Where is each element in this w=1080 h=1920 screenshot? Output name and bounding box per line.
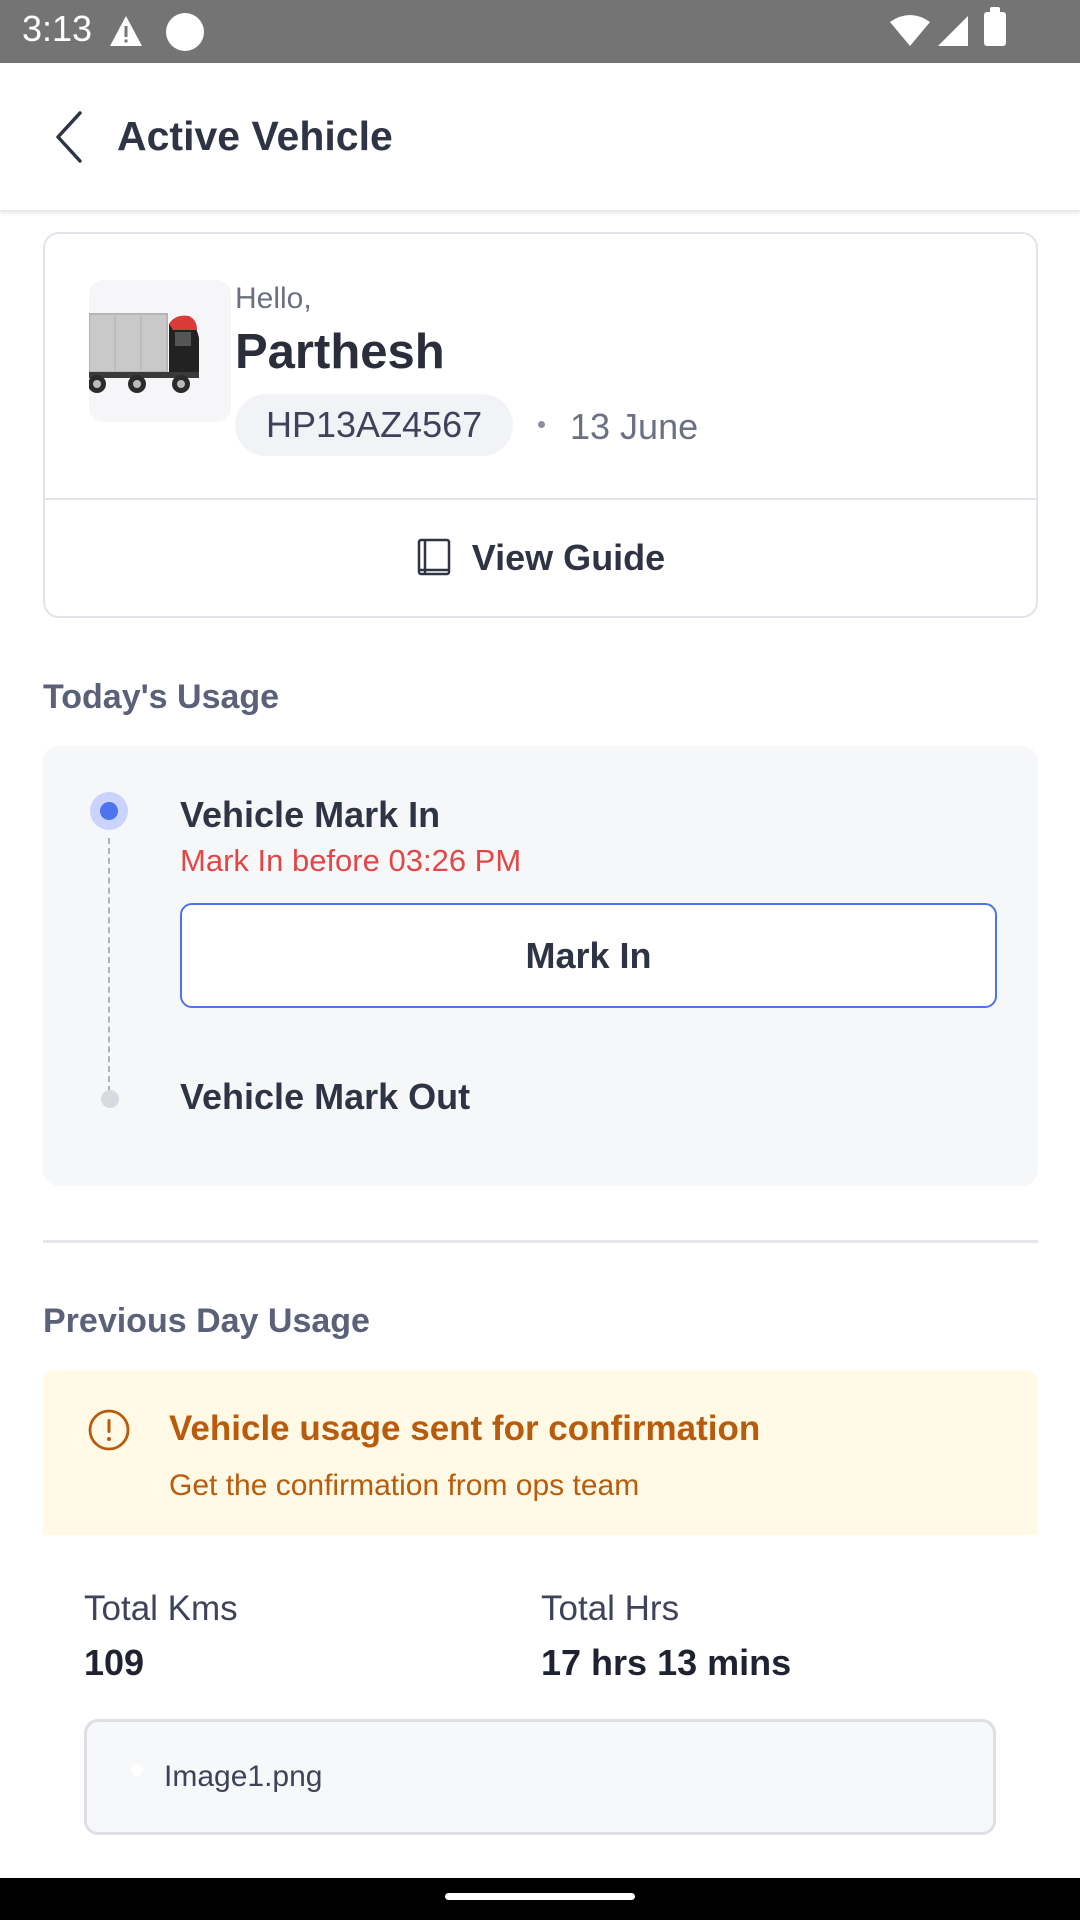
mark-in-button[interactable]: Mark In (180, 903, 997, 1008)
attachment-item[interactable]: Image1.png (84, 1719, 996, 1835)
total-kms-label: Total Kms (84, 1589, 238, 1628)
warning-icon (108, 14, 144, 53)
driver-name: Parthesh (235, 325, 445, 379)
total-hrs-label: Total Hrs (541, 1589, 680, 1628)
vehicle-profile-card: Hello, Parthesh HP13AZ4567 13 June View … (43, 232, 1038, 618)
navigation-bar (0, 1878, 1080, 1920)
attachment-filename: Image1.png (164, 1760, 323, 1793)
timeline-active-dot (90, 792, 128, 830)
separator-dot (538, 421, 545, 428)
circle-icon (166, 13, 204, 51)
total-kms-value: 109 (84, 1642, 145, 1683)
view-guide-button[interactable]: View Guide (45, 500, 1036, 616)
total-hrs-value: 17 hrs 13 mins (541, 1642, 792, 1683)
todays-usage-title: Today's Usage (43, 678, 280, 716)
wifi-icon (890, 14, 930, 53)
chevron-left-icon (56, 111, 82, 163)
back-button[interactable] (46, 107, 96, 167)
status-time: 3:13 (22, 8, 93, 49)
confirmation-banner: Vehicle usage sent for confirmation Get … (43, 1370, 1038, 1535)
alert-circle-icon (87, 1408, 131, 1457)
truck-icon (88, 280, 231, 422)
app-header: Active Vehicle (0, 63, 1080, 211)
vehicle-number-badge: HP13AZ4567 (235, 394, 514, 456)
mark-in-deadline: Mark In before 03:26 PM (180, 843, 522, 878)
previous-usage-title: Previous Day Usage (43, 1302, 370, 1340)
timeline-connector (108, 838, 110, 1092)
book-icon (417, 538, 451, 576)
timeline-idle-dot (101, 1090, 119, 1108)
signal-icon (934, 14, 970, 53)
usage-date: 13 June (570, 406, 699, 447)
battery-icon (984, 7, 1006, 46)
mark-in-title: Vehicle Mark In (180, 794, 441, 835)
todays-usage-card: Vehicle Mark In Mark In before 03:26 PM … (43, 746, 1038, 1186)
view-guide-label: View Guide (471, 537, 666, 578)
attachment-thumbnail (131, 1764, 143, 1776)
home-indicator[interactable] (445, 1893, 635, 1900)
confirmation-title: Vehicle usage sent for confirmation (169, 1409, 761, 1448)
status-bar: 3:13 (0, 0, 1080, 63)
confirmation-subtitle: Get the confirmation from ops team (169, 1469, 640, 1502)
mark-out-title: Vehicle Mark Out (180, 1076, 471, 1117)
section-divider (43, 1240, 1038, 1243)
greeting-text: Hello, (235, 282, 312, 315)
page-title: Active Vehicle (117, 113, 393, 159)
